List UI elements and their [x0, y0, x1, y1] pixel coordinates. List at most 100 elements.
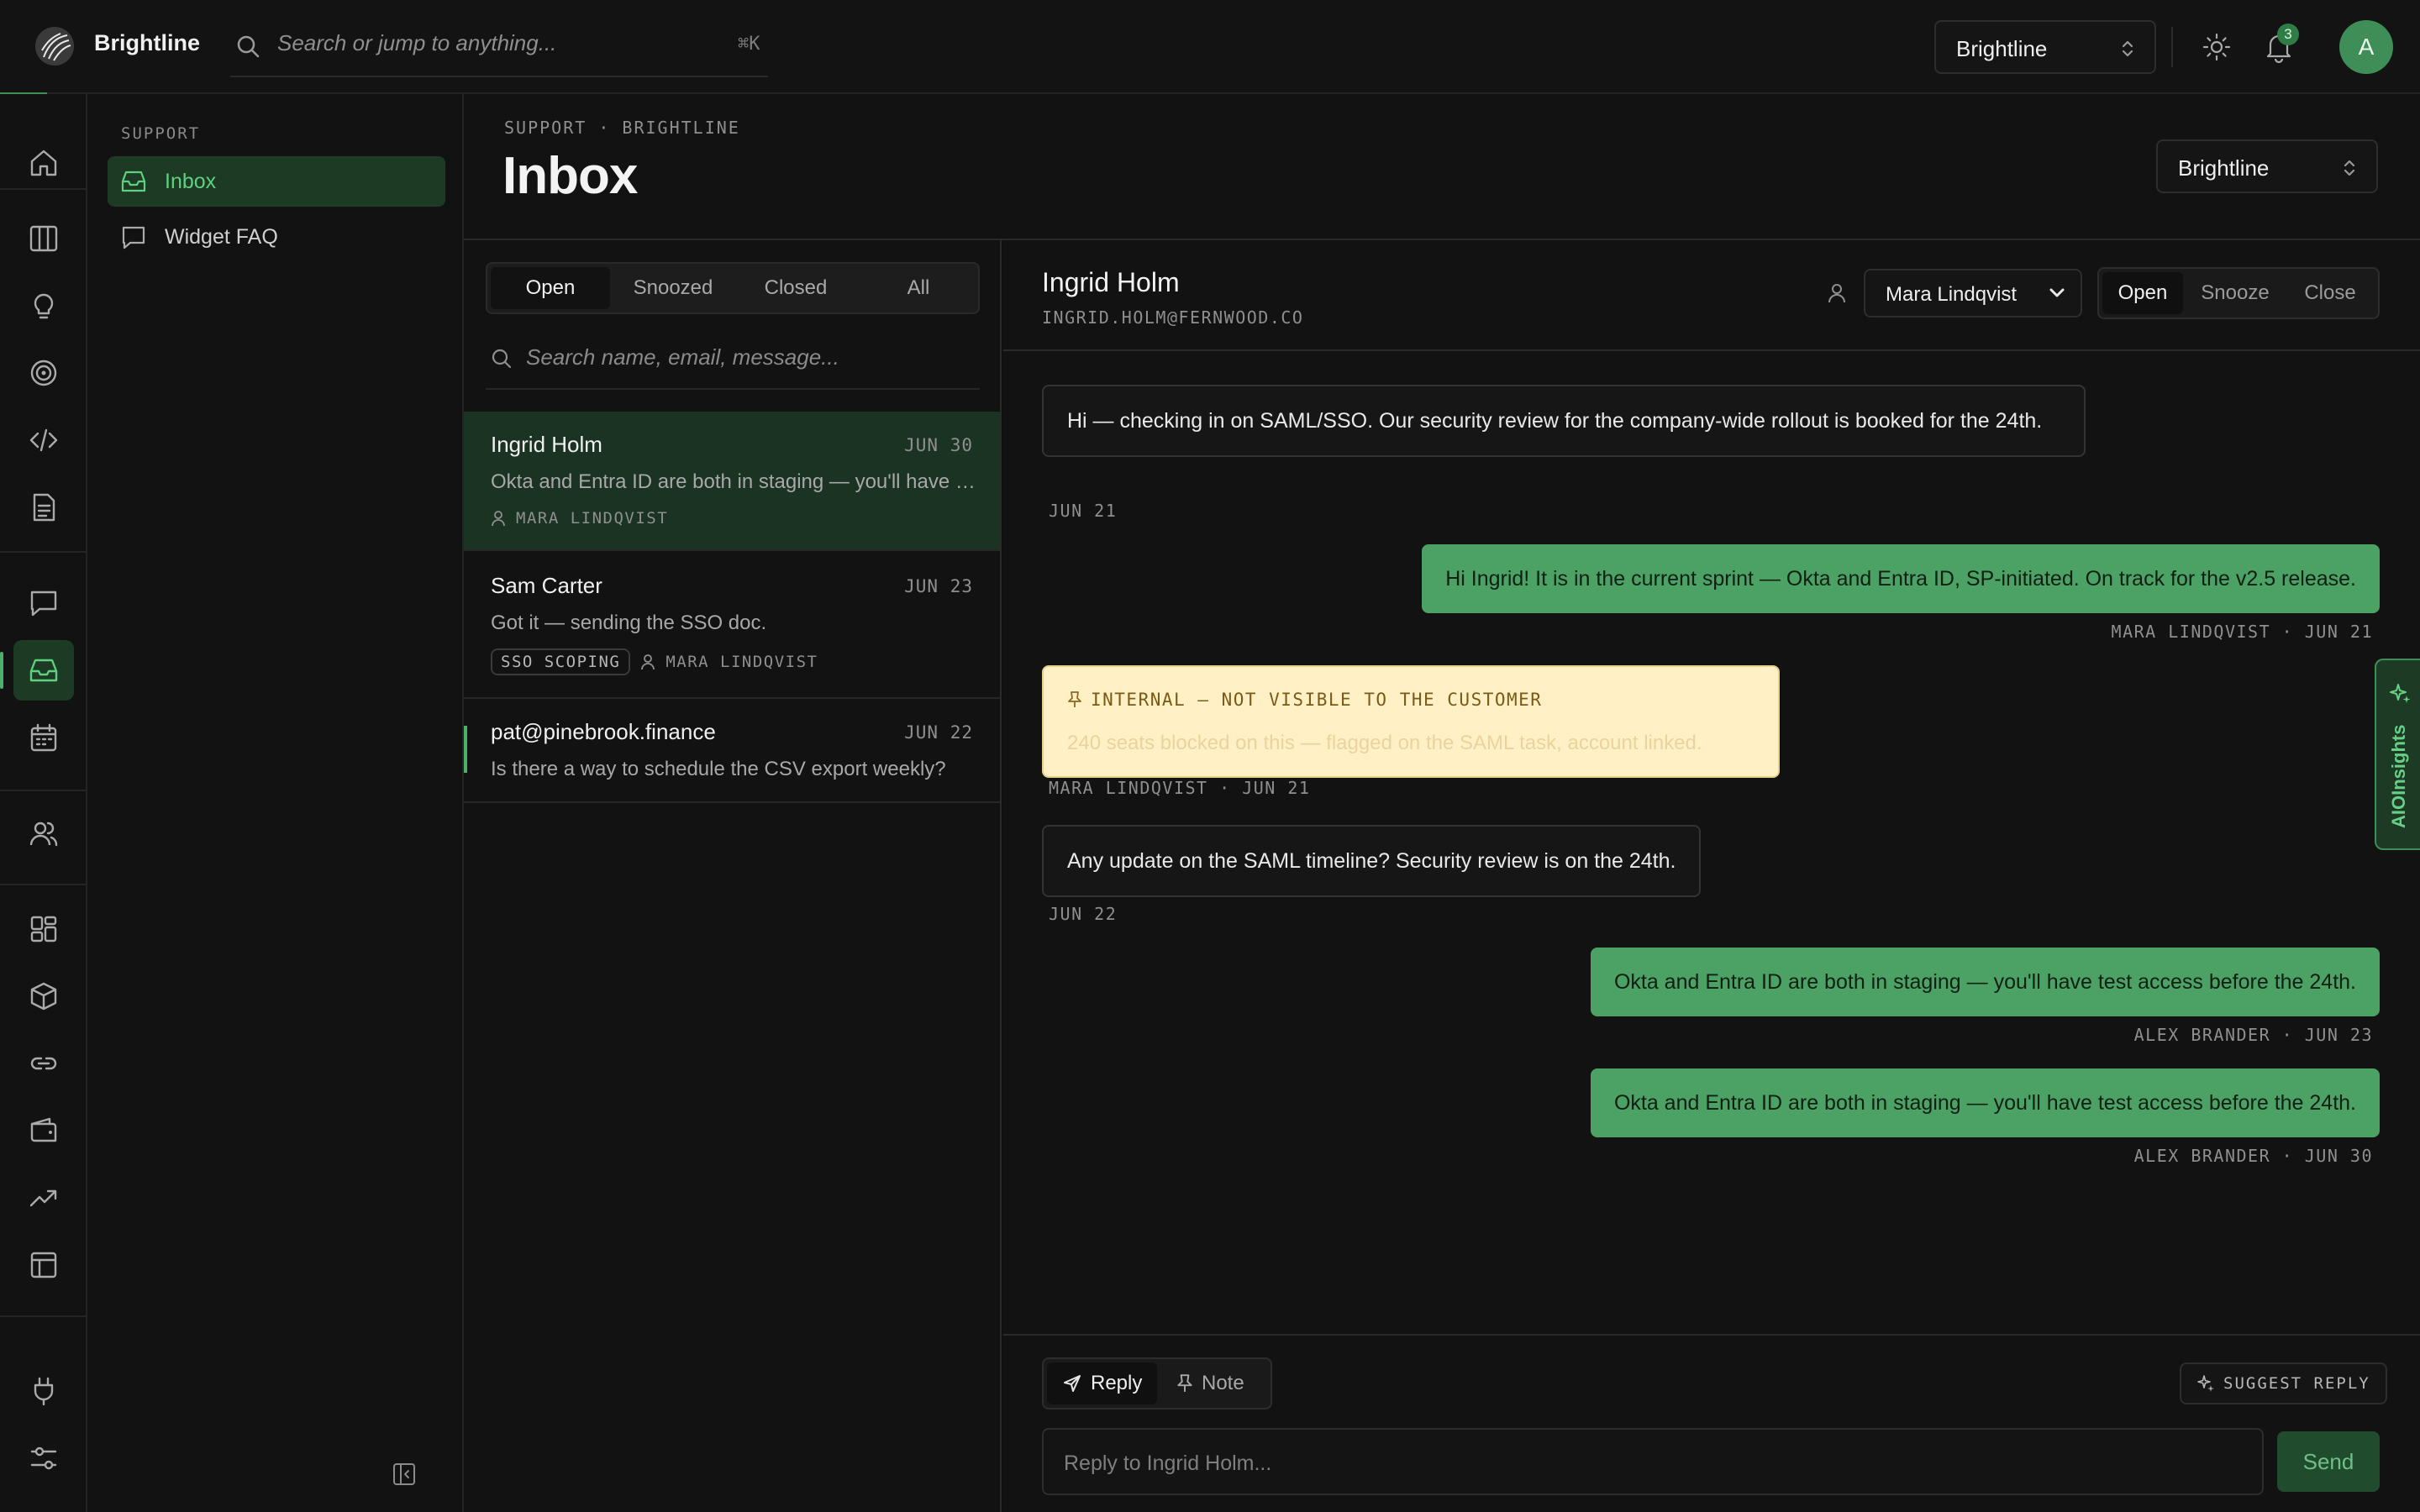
chevron-down-icon	[2049, 286, 2065, 300]
rail-target-icon[interactable]	[13, 343, 74, 403]
reply-input-placeholder: Reply to Ingrid Holm...	[1064, 1452, 1272, 1475]
customer-email: INGRID.HOLM@FERNWOOD.CO	[1042, 307, 1304, 328]
conversation-detail: Ingrid Holm INGRID.HOLM@FERNWOOD.CO Mara…	[1003, 240, 2420, 1512]
conversation-preview: Got it — sending the SSO doc.	[491, 612, 767, 634]
pin-icon	[1176, 1373, 1193, 1394]
collapse-sidebar-icon[interactable]	[392, 1462, 417, 1487]
rail-calendar-icon[interactable]	[13, 707, 74, 768]
rail-home-icon[interactable]	[13, 133, 74, 193]
workspace-select[interactable]: Brightline	[1934, 20, 2156, 74]
user-avatar[interactable]: A	[2339, 20, 2393, 74]
unread-indicator	[464, 726, 467, 773]
rail-columns-icon[interactable]	[13, 208, 74, 269]
brand-name: Brightline	[94, 30, 200, 55]
rail-lightbulb-icon[interactable]	[13, 276, 74, 336]
reply-mode-button[interactable]: Reply	[1047, 1362, 1158, 1404]
status-close-button[interactable]: Close	[2286, 272, 2375, 314]
conversation-name: Sam Carter	[491, 573, 602, 598]
workspace-select-label: Brightline	[1956, 36, 2048, 61]
list-item[interactable]: Ingrid Holm JUN 30 Okta and Entra ID are…	[464, 412, 1000, 551]
search-shortcut-hint: ⌘K	[738, 34, 760, 55]
message-bubble: Hi — checking in on SAML/SSO. Our securi…	[1042, 385, 2086, 457]
suggest-reply-label: SUGGEST REPLY	[2223, 1374, 2370, 1393]
message-meta: JUN 21	[1049, 501, 1118, 521]
message-meta: ALEX BRANDER · JUN 30	[2133, 1146, 2373, 1166]
tab-closed[interactable]: Closed	[736, 267, 855, 309]
chevron-updown-icon	[2119, 39, 2136, 59]
rail-separator	[0, 790, 87, 791]
conversation-status-tabs: Open Snooze Close	[2097, 267, 2380, 319]
sun-icon[interactable]	[2202, 32, 2232, 62]
breadcrumb: SUPPORT · BRIGHTLINE	[504, 118, 740, 138]
tab-all[interactable]: All	[859, 267, 978, 309]
list-item[interactable]: Sam Carter JUN 23 Got it — sending the S…	[464, 551, 1000, 699]
rail-link-icon[interactable]	[13, 1033, 74, 1094]
customer-name: Ingrid Holm	[1042, 267, 1180, 297]
icon-rail	[0, 92, 87, 1512]
status-filter-tabs: Open Snoozed Closed All	[486, 262, 980, 314]
rail-accent	[0, 92, 47, 94]
conversation-name: pat@pinebrook.finance	[491, 719, 716, 744]
page-title: Inbox	[502, 147, 638, 205]
tab-open[interactable]: Open	[491, 267, 610, 309]
person-icon	[1827, 282, 1847, 304]
assignee-name: MARA LINDQVIST	[516, 509, 669, 528]
rail-chat-icon[interactable]	[13, 573, 74, 633]
conversation-date: JUN 23	[904, 576, 973, 596]
sidebar-item-widget-faq[interactable]: Widget FAQ	[108, 212, 445, 262]
rail-separator	[0, 188, 87, 190]
global-search-input[interactable]: Search or jump to anything...	[277, 30, 556, 56]
rail-cube-icon[interactable]	[13, 966, 74, 1026]
tab-snoozed[interactable]: Snoozed	[613, 267, 733, 309]
conversation-search-input[interactable]: Search name, email, message...	[526, 344, 839, 370]
status-snooze-button[interactable]: Snooze	[2186, 272, 2284, 314]
notification-count-badge: 3	[2277, 24, 2299, 45]
reply-mode-label: Reply	[1091, 1372, 1143, 1394]
internal-note-body: 240 seats blocked on this — flagged on t…	[1067, 732, 1702, 754]
assignee-select-label: Mara Lindqvist	[1886, 283, 2018, 306]
message-meta: MARA LINDQVIST · JUN 21	[1049, 778, 1311, 798]
rail-dashboard-icon[interactable]	[13, 899, 74, 959]
page-header: SUPPORT · BRIGHTLINE Inbox Brightline	[464, 94, 2420, 240]
rail-plug-icon[interactable]	[13, 1361, 74, 1421]
message-meta: MARA LINDQVIST · JUN 21	[2111, 622, 2373, 642]
sidebar-item-inbox[interactable]: Inbox	[108, 156, 445, 207]
rail-separator	[0, 884, 87, 885]
ai-insights-tab[interactable]: AIOInsights	[2375, 659, 2420, 850]
rail-table-icon[interactable]	[13, 1235, 74, 1295]
support-sidebar: SUPPORT Inbox Widget FAQ	[87, 94, 464, 1512]
send-button[interactable]: Send	[2277, 1431, 2380, 1492]
rail-wallet-icon[interactable]	[13, 1100, 74, 1161]
message-bubble: Okta and Entra ID are both in staging — …	[1590, 1068, 2380, 1137]
suggest-reply-button[interactable]: SUGGEST REPLY	[2180, 1362, 2387, 1404]
pin-icon	[1067, 690, 1082, 709]
header-workspace-select[interactable]: Brightline	[2156, 139, 2378, 193]
status-open-button[interactable]: Open	[2102, 272, 2183, 314]
note-mode-button[interactable]: Note	[1161, 1362, 1260, 1404]
assignee-name: MARA LINDQVIST	[666, 653, 818, 671]
brand-logo-icon[interactable]	[35, 27, 74, 66]
rail-users-icon[interactable]	[13, 803, 74, 864]
internal-note: INTERNAL — NOT VISIBLE TO THE CUSTOMER 2…	[1042, 665, 1780, 778]
rail-code-icon[interactable]	[13, 410, 74, 470]
message-bubble: Any update on the SAML timeline? Securit…	[1042, 825, 1702, 897]
rail-separator	[0, 1315, 87, 1317]
reply-input[interactable]: Reply to Ingrid Holm...	[1042, 1428, 2264, 1495]
rail-sliders-icon[interactable]	[13, 1428, 74, 1488]
conversation-preview: Is there a way to schedule the CSV expor…	[491, 758, 946, 780]
conversation-date: JUN 22	[904, 722, 973, 743]
reply-composer: Reply Note SUGGEST REPLY Reply to Ingrid…	[1003, 1334, 2420, 1512]
conversation-header: Ingrid Holm INGRID.HOLM@FERNWOOD.CO Mara…	[1003, 240, 2420, 351]
rail-inbox-icon[interactable]	[0, 640, 74, 701]
search-icon	[491, 348, 513, 370]
rail-trend-icon[interactable]	[13, 1168, 74, 1228]
conversation-preview: Okta and Entra ID are both in staging — …	[491, 470, 978, 493]
chat-icon	[121, 225, 146, 250]
rail-document-icon[interactable]	[13, 477, 74, 538]
person-icon	[640, 654, 655, 670]
message-meta: ALEX BRANDER · JUN 23	[2133, 1025, 2373, 1045]
list-item[interactable]: pat@pinebrook.finance JUN 22 Is there a …	[464, 699, 1000, 803]
search-icon	[235, 34, 260, 59]
message-bubble: Okta and Entra ID are both in staging — …	[1590, 948, 2380, 1016]
assignee-select[interactable]: Mara Lindqvist	[1864, 269, 2082, 318]
